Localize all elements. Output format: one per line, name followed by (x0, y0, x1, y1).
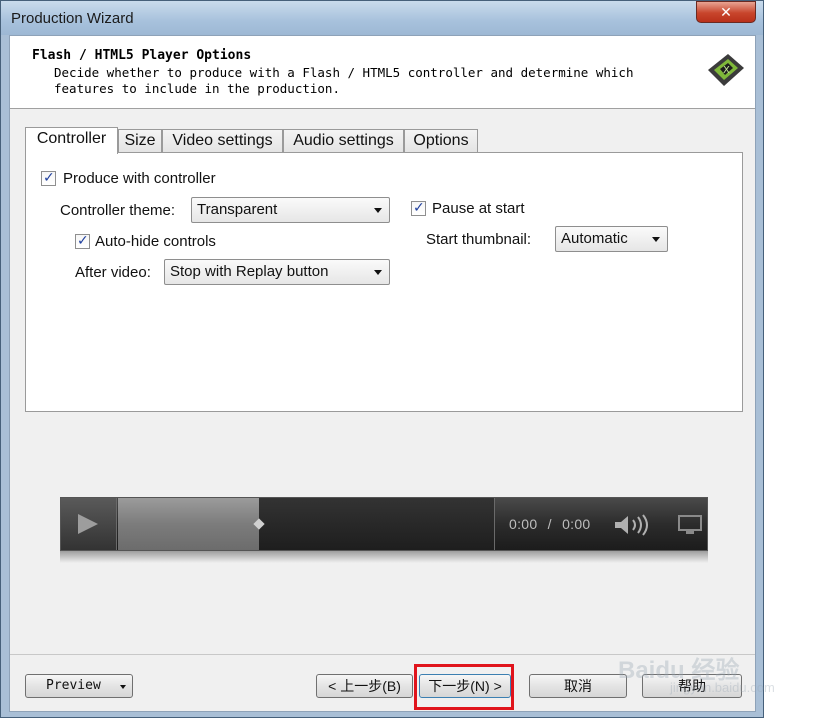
controller-theme-value: Transparent (197, 201, 278, 218)
tab-size[interactable]: Size (118, 129, 162, 153)
preview-label: Preview (46, 678, 101, 693)
watermark-subtext: jingyan.baidu.com (670, 680, 775, 695)
svg-text:X: X (723, 65, 730, 76)
controller-theme-label: Controller theme: (60, 202, 176, 219)
after-video-value: Stop with Replay button (170, 263, 329, 280)
highlight-box (414, 664, 514, 710)
cancel-button[interactable]: 取消 (529, 674, 627, 698)
preview-button[interactable]: Preview (25, 674, 133, 698)
seek-bar-fill (118, 498, 259, 550)
cancel-label: 取消 (564, 678, 592, 694)
page-title: Flash / HTML5 Player Options (32, 48, 252, 63)
wizard-client-area: Flash / HTML5 Player Options Decide whet… (9, 35, 756, 712)
tab-audio-settings[interactable]: Audio settings (283, 129, 404, 153)
auto-hide-controls-checkbox[interactable] (75, 232, 90, 249)
controller-theme-select[interactable]: Transparent (191, 197, 390, 223)
window-title: Production Wizard (11, 10, 134, 27)
after-video-label: After video: (75, 264, 151, 281)
time-readout: 0:00 / 0:00 (509, 516, 591, 532)
controller-panel: Produce with controller Controller theme… (25, 152, 743, 412)
time-total: 0:00 (562, 516, 591, 532)
tab-video-settings[interactable]: Video settings (162, 129, 283, 153)
back-label: < 上一步(B) (328, 678, 401, 694)
pause-at-start-label: Pause at start (432, 200, 525, 217)
time-current: 0:00 (509, 516, 538, 532)
close-icon: ✕ (720, 4, 732, 20)
tab-controller[interactable]: Controller (25, 127, 118, 154)
produce-with-controller-checkbox[interactable] (41, 169, 56, 186)
back-button[interactable]: < 上一步(B) (316, 674, 413, 698)
camtasia-logo-icon: X (708, 54, 744, 86)
title-bar[interactable]: Production Wizard ✕ (1, 1, 763, 35)
player-reflection (60, 551, 708, 563)
baidu-watermark: Baidu 经验 jingyan.baidu.com (618, 628, 808, 698)
auto-hide-controls-label: Auto-hide controls (95, 233, 216, 250)
description-line-1: Decide whether to produce with a Flash /… (54, 65, 634, 80)
chevron-down-icon (652, 237, 660, 242)
produce-with-controller-label: Produce with controller (63, 170, 216, 187)
start-thumbnail-value: Automatic (561, 230, 628, 247)
volume-icon (615, 514, 648, 536)
after-video-select[interactable]: Stop with Replay button (164, 259, 390, 285)
start-thumbnail-select[interactable]: Automatic (555, 226, 668, 252)
start-thumbnail-label: Start thumbnail: (426, 231, 532, 248)
page-description: Decide whether to produce with a Flash /… (54, 65, 694, 97)
description-line-2: features to include in the production. (54, 81, 340, 96)
play-icon (78, 514, 98, 534)
time-separator: / (547, 516, 552, 532)
close-button[interactable]: ✕ (696, 1, 756, 23)
chevron-down-icon (374, 270, 382, 275)
time-display: 0:00 / 0:00 (494, 498, 708, 550)
tab-options[interactable]: Options (404, 129, 478, 153)
chevron-down-icon (374, 208, 382, 213)
play-button (61, 498, 117, 550)
controller-preview: 0:00 / 0:00 (60, 497, 708, 551)
wizard-header: Flash / HTML5 Player Options Decide whet… (10, 36, 755, 109)
screen-icon (678, 515, 702, 534)
production-wizard-window: Production Wizard ✕ Flash / HTML5 Player… (0, 0, 764, 718)
seek-bar (118, 498, 494, 550)
chevron-down-icon (120, 685, 126, 689)
pause-at-start-checkbox[interactable] (411, 199, 426, 216)
